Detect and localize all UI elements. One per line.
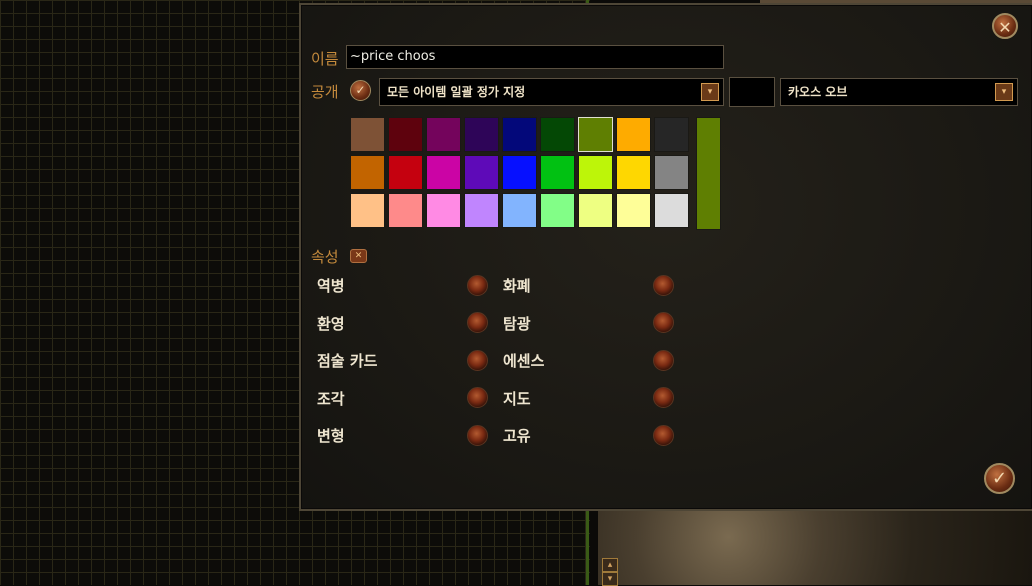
color-swatch[interactable] xyxy=(350,155,385,190)
color-swatch[interactable] xyxy=(502,193,537,228)
chevron-down-icon: ▾ xyxy=(607,574,613,584)
public-toggle[interactable]: ✓ xyxy=(350,80,371,101)
category-label: 화폐 xyxy=(503,277,531,295)
color-swatch[interactable] xyxy=(464,155,499,190)
color-swatch[interactable] xyxy=(388,117,423,152)
name-input[interactable]: ~price choos xyxy=(346,45,724,69)
color-swatch[interactable] xyxy=(578,117,613,152)
name-label: 이름 xyxy=(311,50,339,68)
color-swatch[interactable] xyxy=(616,193,651,228)
pricing-dropdown[interactable]: 모든 아이템 일괄 정가 지정 ▾ xyxy=(379,78,724,106)
chevron-down-icon: ▾ xyxy=(995,83,1013,101)
color-swatch[interactable] xyxy=(502,117,537,152)
color-swatch[interactable] xyxy=(616,155,651,190)
game-world-background xyxy=(598,505,1032,585)
category-radio-map[interactable] xyxy=(653,387,674,408)
color-swatch[interactable] xyxy=(426,193,461,228)
scroll-down-button[interactable]: ▾ xyxy=(602,572,618,586)
category-radio-essence[interactable] xyxy=(653,350,674,371)
pricing-dropdown-value: 모든 아이템 일괄 정가 지정 xyxy=(387,85,526,99)
color-swatch[interactable] xyxy=(578,155,613,190)
confirm-button[interactable]: ✓ xyxy=(984,463,1015,494)
color-swatch[interactable] xyxy=(350,117,385,152)
color-swatch[interactable] xyxy=(388,193,423,228)
currency-dropdown[interactable]: 카오스 오브 ▾ xyxy=(780,78,1018,106)
attributes-label: 속성 xyxy=(311,248,339,266)
checkmark-icon: ✓ xyxy=(991,468,1008,489)
category-radio-fragment[interactable] xyxy=(467,387,488,408)
category-radio-illusion[interactable] xyxy=(467,312,488,333)
close-icon: ✕ xyxy=(998,18,1012,37)
color-swatch[interactable] xyxy=(540,117,575,152)
attributes-toggle[interactable]: ✕ xyxy=(350,249,367,263)
color-swatch[interactable] xyxy=(426,155,461,190)
category-label: 점술 카드 xyxy=(317,352,378,370)
public-label: 공개 xyxy=(311,83,339,101)
category-radio-plague[interactable] xyxy=(467,275,488,296)
category-label: 조각 xyxy=(317,390,345,408)
close-icon: ✕ xyxy=(354,251,363,261)
category-label: 지도 xyxy=(503,390,531,408)
color-swatch[interactable] xyxy=(540,193,575,228)
color-swatch[interactable] xyxy=(426,117,461,152)
category-label: 에센스 xyxy=(503,352,545,370)
chevron-down-icon: ▾ xyxy=(701,83,719,101)
color-swatch[interactable] xyxy=(578,193,613,228)
color-swatch[interactable] xyxy=(350,193,385,228)
color-swatch[interactable] xyxy=(654,193,689,228)
category-label: 변형 xyxy=(317,427,345,445)
color-swatch[interactable] xyxy=(540,155,575,190)
color-swatch[interactable] xyxy=(654,155,689,190)
category-label: 환영 xyxy=(317,315,345,333)
chevron-up-icon: ▴ xyxy=(607,560,613,570)
category-radio-delve[interactable] xyxy=(653,312,674,333)
color-swatch[interactable] xyxy=(388,155,423,190)
color-swatch[interactable] xyxy=(464,193,499,228)
checkmark-icon: ✓ xyxy=(355,83,366,97)
price-amount-input[interactable] xyxy=(729,77,775,107)
color-swatch[interactable] xyxy=(654,117,689,152)
category-label: 고유 xyxy=(503,427,531,445)
category-label: 역병 xyxy=(317,277,345,295)
category-radio-currency[interactable] xyxy=(653,275,674,296)
close-button[interactable]: ✕ xyxy=(992,13,1018,39)
currency-dropdown-value: 카오스 오브 xyxy=(788,85,848,99)
category-radio-divination-card[interactable] xyxy=(467,350,488,371)
category-label: 탐광 xyxy=(503,315,531,333)
scroll-up-button[interactable]: ▴ xyxy=(602,558,618,572)
color-swatch[interactable] xyxy=(502,155,537,190)
color-swatch[interactable] xyxy=(464,117,499,152)
category-radio-metamorph[interactable] xyxy=(467,425,488,446)
color-preview xyxy=(696,117,721,230)
color-swatch[interactable] xyxy=(616,117,651,152)
category-radio-unique[interactable] xyxy=(653,425,674,446)
